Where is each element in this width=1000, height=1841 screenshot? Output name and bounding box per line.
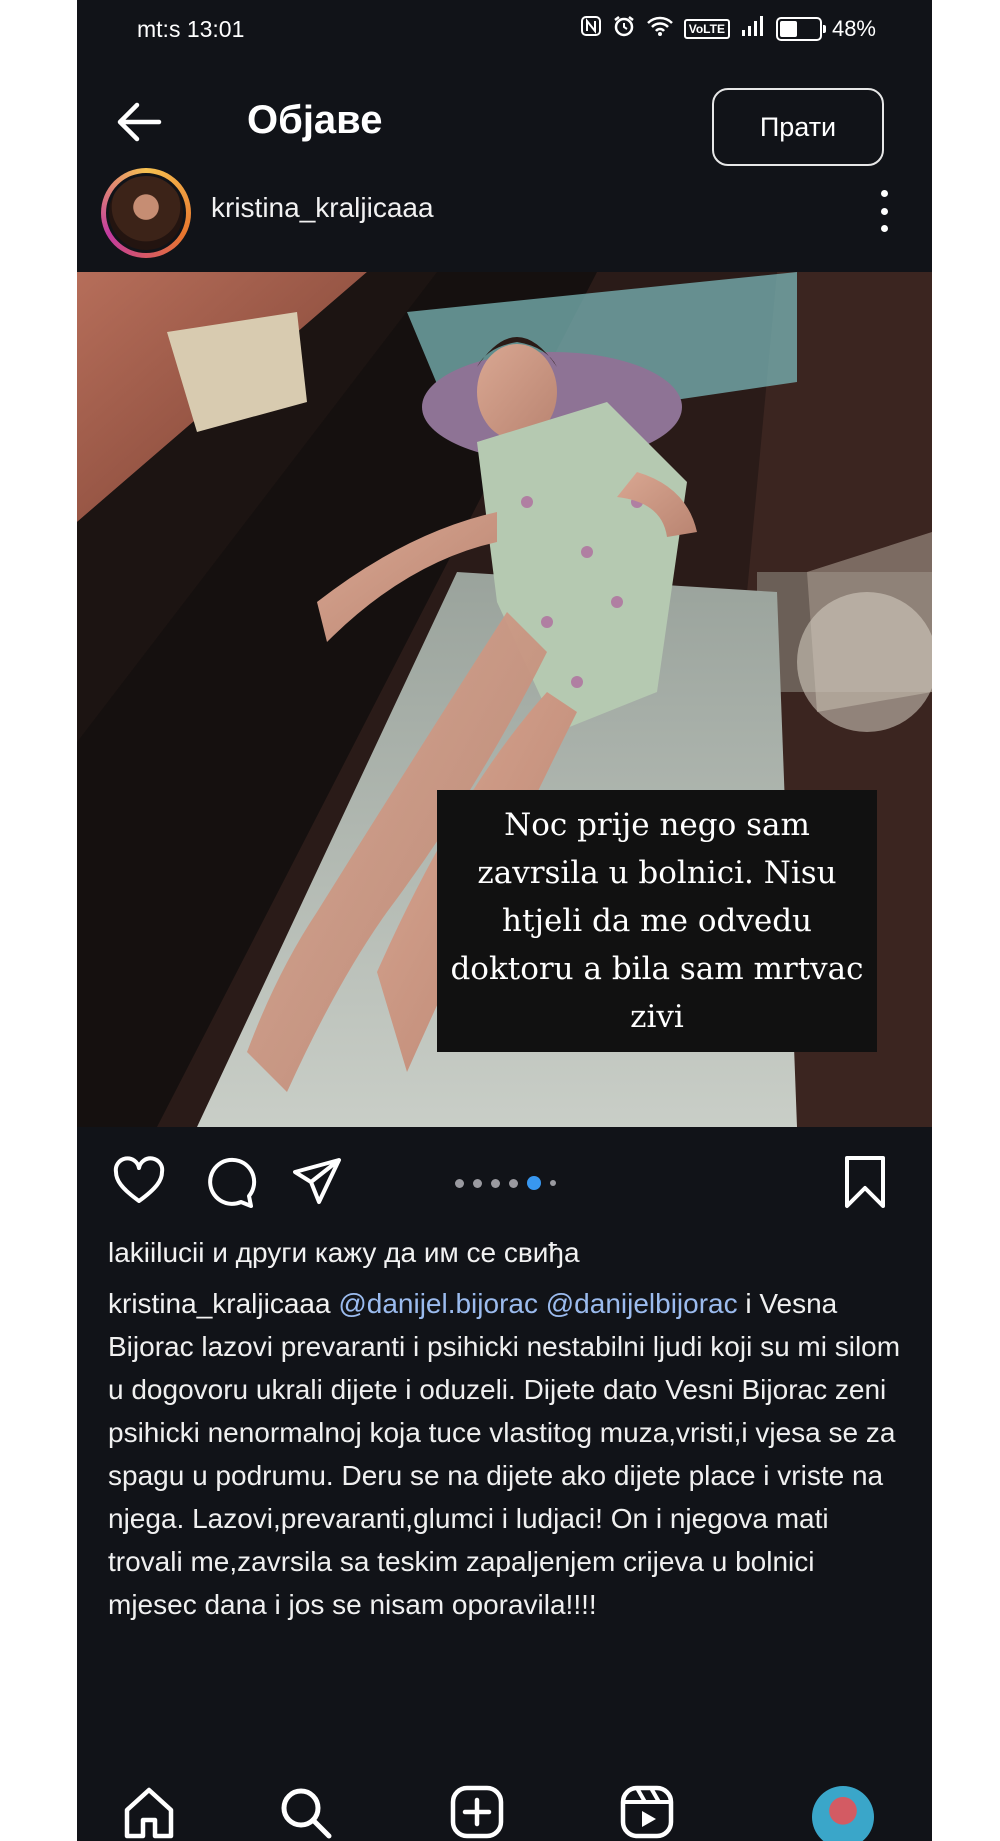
header: Објаве Прати <box>77 80 932 170</box>
likes-text: и други кажу да им се свиђа <box>204 1237 580 1268</box>
caption-username[interactable]: kristina_kraljicaaa <box>108 1288 331 1319</box>
post-actions <box>77 1150 932 1210</box>
signal-icon <box>740 15 766 43</box>
status-bar: mt:s 13:01 VoLTE 48% <box>77 0 932 60</box>
comment-button[interactable] <box>201 1154 257 1210</box>
bookmark-icon <box>845 1156 885 1208</box>
caption-text: i Vesna Bijorac lazovi prevaranti i psih… <box>108 1288 901 1620</box>
profile-avatar[interactable] <box>812 1786 874 1841</box>
like-button[interactable] <box>111 1154 167 1210</box>
reels-button[interactable] <box>617 1782 677 1841</box>
share-button[interactable] <box>289 1154 345 1210</box>
search-button[interactable] <box>275 1782 335 1841</box>
send-icon <box>293 1158 341 1204</box>
page-title: Објаве <box>247 98 383 142</box>
carousel-indicator <box>455 1176 556 1190</box>
post-image[interactable]: Noc prije nego sam zavrsila u bolnici. N… <box>77 272 932 1127</box>
carousel-dot <box>527 1176 541 1190</box>
bottom-nav <box>77 1770 932 1841</box>
alarm-icon <box>612 14 636 44</box>
reels-icon <box>620 1785 674 1839</box>
likes-username[interactable]: lakiilucii <box>108 1237 204 1268</box>
save-button[interactable] <box>837 1154 893 1210</box>
home-icon <box>124 1787 174 1839</box>
battery-percent: 48% <box>831 16 876 41</box>
home-button[interactable] <box>119 1782 179 1841</box>
carousel-dot <box>509 1178 518 1188</box>
status-time: mt:s 13:01 <box>137 16 245 42</box>
back-button[interactable] <box>111 94 167 150</box>
comment-icon <box>208 1157 257 1208</box>
arrow-left-icon <box>117 102 162 142</box>
create-button[interactable] <box>447 1782 507 1841</box>
more-options-button[interactable] <box>878 190 890 232</box>
carousel-dot <box>455 1178 464 1188</box>
avatar[interactable] <box>101 168 191 258</box>
post-caption: kristina_kraljicaaa @danijel.bijorac @da… <box>108 1282 903 1626</box>
search-icon <box>281 1788 332 1839</box>
likes-line: lakiilucii и други кажу да им се свиђа <box>108 1237 580 1269</box>
carousel-dot <box>473 1178 482 1188</box>
battery-icon <box>775 17 826 41</box>
photo-caption: Noc prije nego sam zavrsila u bolnici. N… <box>437 790 877 1052</box>
caption-mention[interactable]: @danijel.bijorac <box>338 1288 538 1319</box>
caption-mention[interactable]: @danijelbijorac <box>546 1288 738 1319</box>
post-header: kristina_kraljicaaa <box>77 168 932 260</box>
heart-icon <box>113 1156 165 1203</box>
follow-button[interactable]: Прати <box>712 88 884 166</box>
add-post-icon <box>450 1785 504 1839</box>
carousel-dot <box>491 1178 500 1188</box>
phone-screen: mt:s 13:01 VoLTE 48% Објаве Прати kristi… <box>77 0 932 1841</box>
wifi-icon <box>646 15 674 43</box>
post-username[interactable]: kristina_kraljicaaa <box>211 192 434 224</box>
status-icons: VoLTE 48% <box>580 14 876 44</box>
nfc-icon <box>580 15 602 43</box>
volte-icon: VoLTE <box>683 19 730 39</box>
carousel-dot <box>550 1180 556 1186</box>
